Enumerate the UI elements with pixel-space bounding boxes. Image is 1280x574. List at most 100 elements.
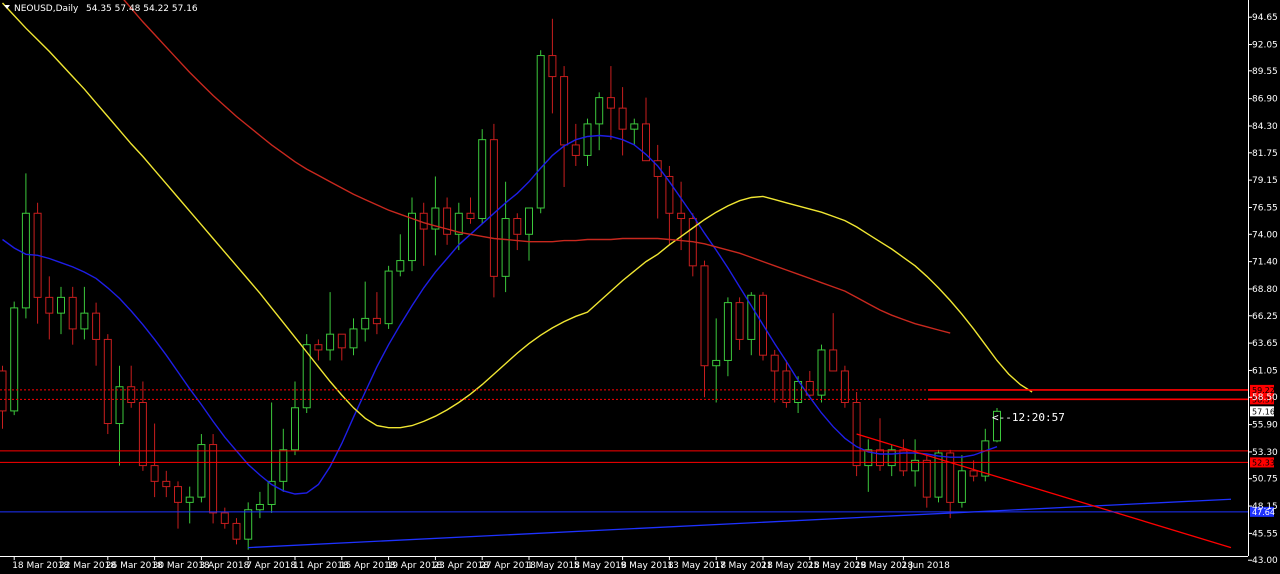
candle-body: [0, 370, 7, 412]
level-price-label: 52.33: [1252, 458, 1275, 467]
candle-body: [478, 139, 487, 220]
candle-body: [770, 354, 779, 372]
y-tick-label: 63.65: [1252, 339, 1278, 349]
candle-body: [314, 344, 323, 351]
y-tick-label: 76.55: [1252, 203, 1278, 213]
candle-body: [946, 452, 955, 503]
price-axis: 94.65 92.05 89.55 86.90 84.30 81.75 79.15 76.55…: [1248, 13, 1278, 566]
candle-body: [10, 307, 19, 412]
candle-body: [372, 317, 381, 325]
candle-body: [466, 212, 475, 220]
candle-body: [571, 144, 580, 156]
candle-body: [735, 302, 744, 340]
chart-background: [0, 0, 1280, 574]
candle-body: [21, 212, 30, 309]
y-tick-label: 61.05: [1252, 366, 1278, 376]
candle-body: [174, 486, 182, 503]
candle-body: [817, 349, 826, 396]
candle-body: [68, 296, 77, 330]
candle: [197, 434, 206, 503]
candle-body: [127, 386, 136, 404]
price-chart[interactable]: 59.2258.3752.3347.6457.16 94.6592.0589.5…: [0, 0, 1280, 574]
candle-body: [723, 302, 732, 361]
y-tick-label: 58.50: [1252, 393, 1278, 403]
x-tick-label: 2 Jun 2018: [901, 561, 950, 571]
candle-body: [981, 440, 990, 477]
candle-body: [969, 470, 978, 477]
y-tick-label: 74.00: [1252, 230, 1278, 240]
y-tick-label: 84.30: [1252, 122, 1278, 132]
y-tick-label: 79.15: [1252, 176, 1278, 186]
y-tick-label: 66.25: [1252, 312, 1278, 322]
candle: [759, 292, 767, 361]
candle: [536, 50, 545, 214]
candle-body: [840, 370, 849, 404]
chart-header: NEOUSD,Daily 54.35 57.48 54.22 57.16: [4, 4, 198, 14]
candle-body: [197, 444, 206, 498]
candle: [10, 301, 19, 416]
candle-body: [513, 218, 522, 235]
y-tick-label: 92.05: [1252, 41, 1278, 51]
candle-body: [279, 449, 288, 482]
y-tick-label: 68.80: [1252, 285, 1278, 295]
y-tick-label: 48.15: [1252, 502, 1278, 512]
candle-body: [548, 55, 557, 78]
candle-body: [396, 260, 405, 272]
candle-body: [782, 370, 791, 404]
candle-body: [349, 328, 358, 349]
candle-body: [138, 402, 147, 467]
candle-body: [489, 139, 498, 277]
candle: [103, 334, 112, 435]
candle-body: [291, 407, 299, 451]
candle-body: [595, 97, 604, 125]
x-tick-label: 1 May 2018: [527, 561, 580, 571]
x-tick-label: 5 May 2018: [574, 561, 627, 571]
y-tick-label: 94.65: [1252, 13, 1278, 23]
candle-body: [630, 123, 639, 130]
candle-body: [209, 444, 218, 514]
candle-body: [525, 207, 533, 235]
y-tick-label: 81.75: [1252, 149, 1278, 159]
x-tick-label: 3 Apr 2018: [199, 561, 249, 571]
candle-body: [408, 212, 416, 262]
candle-body: [829, 349, 838, 372]
candle-body: [115, 386, 124, 425]
candle-body: [887, 449, 896, 467]
candle: [209, 434, 218, 524]
y-tick-label: 89.55: [1252, 67, 1278, 77]
candle-body: [384, 270, 393, 325]
candle-body: [560, 76, 569, 146]
candle: [302, 334, 311, 414]
candle-body: [45, 296, 54, 314]
candle-body: [220, 512, 229, 524]
y-tick-label: 53.30: [1252, 448, 1278, 458]
y-tick-label: 43.00: [1252, 556, 1278, 566]
candle-body: [150, 465, 159, 482]
candle-body: [922, 459, 931, 498]
candle: [817, 344, 826, 403]
candle-body: [255, 503, 264, 511]
candle-body: [606, 97, 615, 109]
ohlc-readout: 54.35 57.48 54.22 57.16: [86, 4, 198, 14]
candle-body: [583, 123, 592, 156]
current-price-label: 57.16: [1252, 407, 1275, 416]
symbol-label: NEOUSD,Daily: [14, 4, 79, 14]
candle-body: [618, 107, 627, 130]
y-tick-label: 71.40: [1252, 258, 1278, 268]
candle: [840, 365, 849, 408]
x-tick-label: 9 May 2018: [621, 561, 674, 571]
candle-body: [501, 218, 510, 277]
bar-countdown-timer: <--12:20:57: [992, 411, 1065, 424]
x-tick-label: 7 Apr 2018: [246, 561, 296, 571]
candle-body: [677, 212, 686, 220]
candle-body: [185, 496, 194, 503]
candle-body: [232, 522, 241, 540]
y-tick-label: 86.90: [1252, 95, 1278, 105]
candle-body: [536, 55, 545, 209]
candle: [478, 129, 487, 224]
y-tick-label: 50.75: [1252, 475, 1278, 485]
candle-body: [712, 359, 721, 367]
candle-body: [326, 333, 335, 351]
candle-body: [957, 470, 966, 503]
candle-body: [244, 509, 253, 540]
